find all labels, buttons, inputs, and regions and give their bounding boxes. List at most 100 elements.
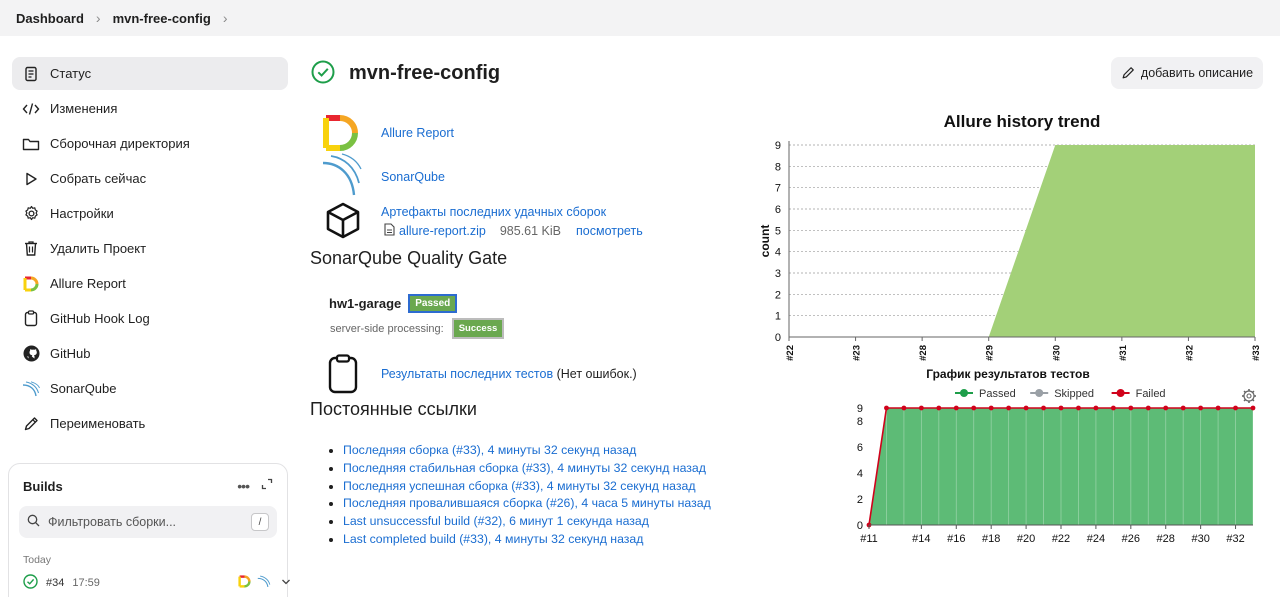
y-tick-label: 0 (775, 332, 781, 344)
artifact-view-link[interactable]: посмотреть (576, 224, 643, 238)
file-icon (384, 223, 395, 239)
sonarqube-icon[interactable] (257, 575, 271, 591)
failed-point (1093, 405, 1099, 411)
sidebar-item-label: Собрать сейчас (50, 171, 147, 186)
quality-gate-title: SonarQube Quality Gate (310, 248, 508, 268)
permalink-last-stable-build[interactable]: Последняя стабильная сборка (#33), 4 мин… (343, 461, 706, 475)
processing-label: server-side processing: (330, 322, 444, 335)
legend-marker (1035, 389, 1044, 397)
sidebar-item-rename[interactable]: Переименовать (12, 407, 288, 440)
trash-icon (22, 240, 40, 258)
gear-icon-hub (1246, 393, 1252, 399)
failed-point (1058, 405, 1064, 411)
sidebar-item-github[interactable]: GitHub (12, 337, 288, 370)
sidebar-item-github-hook-log[interactable]: GitHub Hook Log (12, 302, 288, 335)
x-tick-label: #32 (1226, 533, 1244, 545)
sidebar-item-delete-project[interactable]: Удалить Проект (12, 232, 288, 265)
artifact-row: allure-report.zip 985.61 KiB посмотреть (384, 223, 643, 239)
x-tick-label: #28 (1157, 533, 1175, 545)
quality-gate-status-badge[interactable]: Passed (408, 294, 458, 313)
page-title-row: mvn-free-config (311, 60, 500, 87)
legend-label: Failed (1136, 388, 1166, 400)
legend-marker (1116, 389, 1125, 397)
y-tick-label: 9 (775, 140, 781, 152)
x-tick-label: #32 (1184, 345, 1195, 361)
y-tick-label: 5 (775, 225, 781, 237)
sidebar-item-build-now[interactable]: Собрать сейчас (12, 162, 288, 195)
test-results-link[interactable]: Результаты последних тестов (381, 367, 553, 381)
permalink-last-failed-build[interactable]: Последняя провалившаяся сборка (#26), 4 … (343, 496, 711, 510)
failed-point (953, 405, 959, 411)
gear-icon-tooth (1243, 390, 1247, 394)
x-tick-label: #33 (1251, 345, 1262, 361)
permalink-item: Последняя стабильная сборка (#33), 4 мин… (343, 460, 711, 478)
build-row[interactable]: #34 17:59 (23, 574, 290, 592)
sidebar-item-label: Изменения (50, 101, 118, 116)
success-icon (23, 574, 38, 592)
failed-point (1198, 405, 1204, 411)
failed-point (988, 405, 994, 411)
permalink-item: Last unsuccessful build (#32), 6 минут 1… (343, 513, 711, 531)
sidebar-item-sonarqube[interactable]: SonarQube (12, 372, 288, 405)
play-icon (22, 170, 40, 188)
sidebar-item-status[interactable]: Статус (12, 57, 288, 90)
expand-icon[interactable] (261, 478, 273, 494)
pencil-icon (22, 415, 40, 433)
series-area (789, 145, 1255, 337)
sonar-project-name: hw1-garage (329, 296, 402, 311)
x-tick-label: #31 (1118, 344, 1129, 361)
breadcrumb-project[interactable]: mvn-free-config (113, 11, 211, 26)
x-tick-label: #29 (985, 345, 996, 361)
failed-point (1110, 405, 1116, 411)
success-icon (311, 60, 335, 87)
failed-point (1180, 405, 1186, 411)
allure-history-trend-chart[interactable]: Allure history trend count 0 1 2 3 4 5 6 7 8 9 #22 #2… (755, 105, 1265, 367)
permalink-last-unsuccessful-build[interactable]: Last unsuccessful build (#32), 6 минут 1… (343, 514, 649, 528)
artifacts-link[interactable]: Артефакты последних удачных сборок (381, 205, 606, 219)
gear-icon (22, 205, 40, 223)
failed-point (1233, 405, 1238, 411)
processing-status-badge: Success (451, 318, 505, 339)
more-icon[interactable]: ••• (237, 478, 250, 494)
y-tick-label: 4 (775, 247, 781, 259)
artifact-file-link[interactable]: allure-report.zip (399, 224, 486, 238)
sonarqube-link[interactable]: SonarQube (381, 170, 445, 184)
add-description-button[interactable]: добавить описание (1111, 57, 1263, 89)
y-tick-label: 9 (857, 403, 863, 415)
gear-icon-tooth (1251, 398, 1255, 402)
permalink-item: Last completed build (#33), 4 минуты 32 … (343, 531, 711, 549)
gear-icon-ring (1243, 390, 1255, 402)
x-tick-label: #14 (912, 533, 930, 545)
chevron-right-icon: › (95, 10, 101, 26)
chevron-down-icon[interactable] (281, 577, 291, 589)
build-time: 17:59 (72, 577, 100, 589)
chevron-right-icon[interactable]: › (223, 10, 228, 26)
y-tick-label: 8 (857, 416, 863, 428)
sidebar-item-label: Удалить Проект (50, 241, 147, 256)
allure-report-link[interactable]: Allure Report (381, 126, 454, 140)
sidebar-item-allure-report[interactable]: Allure Report (12, 267, 288, 300)
permalink-last-build[interactable]: Последняя сборка (#33), 4 минуты 32 секу… (343, 443, 636, 457)
sidebar-item-settings[interactable]: Настройки (12, 197, 288, 230)
package-icon (325, 202, 361, 243)
breadcrumb-dashboard[interactable]: Dashboard (16, 11, 84, 26)
sonarqube-icon (22, 380, 40, 398)
sidebar-item-label: Статус (50, 66, 92, 81)
test-results-note: (Нет ошибок.) (553, 367, 637, 381)
sidebar-item-workspace[interactable]: Сборочная директория (12, 127, 288, 160)
sonarqube-logo-icon (322, 153, 362, 200)
gear-icon[interactable] (1242, 389, 1256, 403)
allure-icon[interactable] (238, 575, 251, 591)
failed-point (1128, 405, 1134, 411)
test-results-chart[interactable]: График результатов тестов Passed Skipped Fa… (845, 363, 1265, 549)
sidebar-item-changes[interactable]: Изменения (12, 92, 288, 125)
filter-builds-input[interactable] (48, 515, 251, 529)
permalink-last-completed-build[interactable]: Last completed build (#33), 4 минуты 32 … (343, 532, 643, 546)
build-number: #34 (46, 577, 65, 589)
sidebar: Статус Изменения Сборочная директория Со… (12, 57, 288, 442)
x-tick-label: #30 (1191, 533, 1209, 545)
sidebar-item-label: Переименовать (50, 416, 146, 431)
failed-point (918, 405, 924, 411)
permalink-last-successful-build[interactable]: Последняя успешная сборка (#33), 4 минут… (343, 479, 696, 493)
x-tick-label: #28 (918, 345, 929, 361)
